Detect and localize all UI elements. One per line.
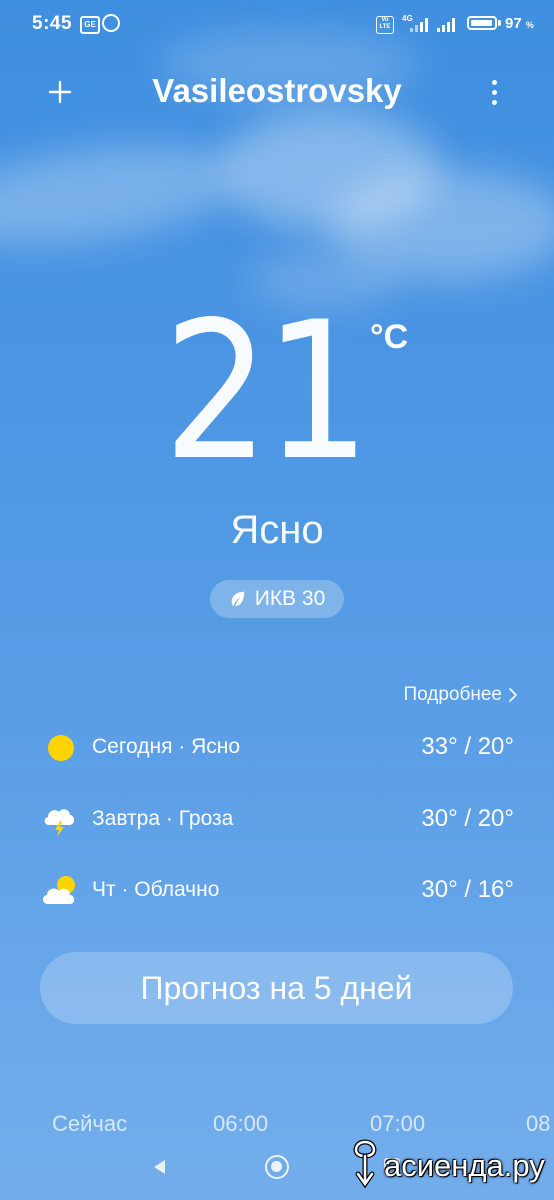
home-nav-icon[interactable] <box>265 1155 289 1179</box>
aqi-label: ИКВ 30 <box>254 587 326 610</box>
forecast-day-label: Чт · Облачно <box>92 878 220 901</box>
leaf-icon <box>231 591 245 607</box>
aqi-badge[interactable]: ИКВ 30 <box>210 580 344 618</box>
battery-fill <box>471 20 493 26</box>
city-title: Vasileostrovsky <box>152 72 402 109</box>
status-bar: 5:45 GE Vo LTE 4G 97 % <box>0 0 554 50</box>
watermark-text: асиенда.ру <box>384 1148 545 1183</box>
battery-icon <box>467 16 497 30</box>
details-label: Подробнее <box>403 684 502 705</box>
forecast-row-today[interactable]: Сегодня · Ясно 33° / 20° <box>40 724 514 770</box>
hourly-label-now[interactable]: Сейчас <box>52 1111 127 1137</box>
more-options-button[interactable] <box>480 74 508 110</box>
volte-icon: Vo LTE <box>376 16 394 34</box>
dot <box>491 99 497 105</box>
whatsapp-icon <box>102 14 120 32</box>
status-time: 5:45 <box>32 13 73 34</box>
thunderstorm-icon <box>40 799 80 839</box>
signal-strength-icon <box>437 16 455 32</box>
weather-screen: 5:45 GE Vo LTE 4G 97 % Vasileostrovsky 2… <box>0 0 554 1200</box>
battery-percent-symbol: % <box>525 20 534 30</box>
forecast-day-label: Завтра · Гроза <box>92 807 234 830</box>
watermark: асиенда.ру <box>350 1138 545 1194</box>
details-link[interactable]: Подробнее <box>403 684 518 706</box>
back-nav-icon[interactable] <box>150 1157 170 1177</box>
forecast-day-label: Сегодня · Ясно <box>92 735 241 758</box>
ge-notification-icon: GE <box>80 16 100 34</box>
watermark-logo-icon <box>353 1139 377 1189</box>
battery-percent: 97 % <box>505 15 534 32</box>
partly-cloudy-icon <box>40 870 80 910</box>
forecast-temps: 30° / 16° <box>421 876 514 903</box>
hourly-label[interactable]: 06:00 <box>213 1111 268 1137</box>
five-day-forecast-button[interactable]: Прогноз на 5 дней <box>40 952 513 1024</box>
dot <box>491 79 497 85</box>
current-condition: Ясно <box>230 508 324 552</box>
cloud-wisp <box>0 129 245 261</box>
hourly-label[interactable]: 07:00 <box>370 1111 425 1137</box>
current-temperature: 21 <box>163 281 370 502</box>
sun-icon <box>40 727 80 767</box>
chevron-right-icon <box>509 688 517 702</box>
add-city-button[interactable] <box>42 72 78 112</box>
battery-tip <box>498 20 501 26</box>
plus-icon <box>48 80 72 104</box>
hourly-label[interactable]: 08 <box>526 1111 550 1137</box>
forecast-temps: 30° / 20° <box>421 805 514 832</box>
battery-percent-value: 97 <box>505 15 522 32</box>
forecast-temps: 33° / 20° <box>421 733 514 760</box>
forecast-row-thursday[interactable]: Чт · Облачно 30° / 16° <box>40 867 514 913</box>
dot <box>491 89 497 95</box>
temperature-unit: °C <box>370 318 409 356</box>
signal-strength-icon <box>410 16 428 32</box>
forecast-row-tomorrow[interactable]: Завтра · Гроза 30° / 20° <box>40 796 514 842</box>
